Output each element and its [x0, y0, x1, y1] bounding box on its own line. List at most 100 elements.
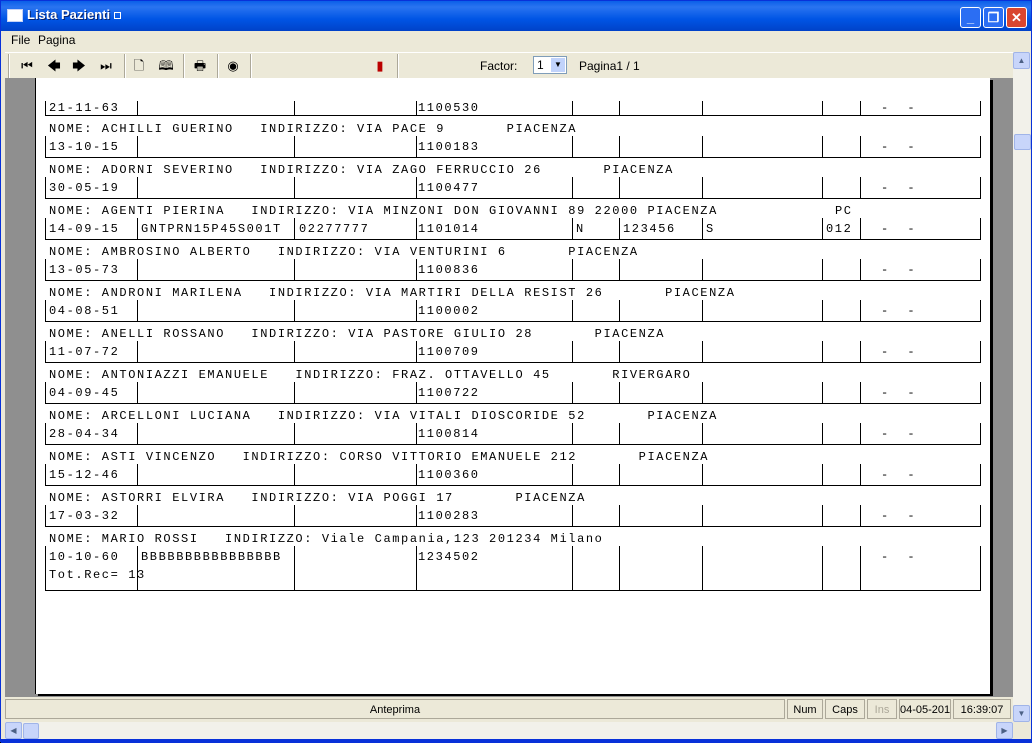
column-line	[137, 177, 138, 198]
column-line	[702, 136, 703, 157]
column-line	[572, 505, 573, 526]
column-line	[45, 546, 46, 590]
column-line	[137, 218, 138, 239]
column-line	[137, 382, 138, 403]
column-line	[294, 259, 295, 280]
record-date: 30-05-19	[49, 181, 120, 195]
record-flag2: S	[706, 222, 715, 236]
column-line	[860, 136, 861, 157]
column-line	[980, 505, 981, 526]
column-line	[702, 546, 703, 590]
column-line	[860, 505, 861, 526]
column-line	[294, 300, 295, 321]
exit-button[interactable]: ▮	[369, 56, 391, 76]
chevron-down-icon[interactable]: ▼	[551, 58, 565, 72]
column-line	[45, 341, 46, 362]
scroll-thumb[interactable]	[1014, 134, 1031, 150]
toolbar-separator	[397, 54, 399, 78]
print-preview-area[interactable]: 21-11-63 1100530 - - NOME: ACHILLI GUERI…	[5, 78, 1013, 697]
last-page-button[interactable]: ⏭	[95, 56, 117, 76]
page-icon: 🗋	[133, 58, 145, 73]
column-line	[822, 177, 823, 198]
toolbar-separator	[183, 54, 185, 78]
title-bar[interactable]: Lista Pazienti _ ❐ ✕	[1, 1, 1031, 31]
two-pages-button[interactable]: 🕮	[155, 56, 177, 76]
column-line	[619, 136, 620, 157]
column-line	[619, 101, 620, 115]
single-page-button[interactable]: 🗋	[128, 56, 150, 76]
record-date: 28-04-34	[49, 427, 120, 441]
factor-label: Factor:	[480, 59, 518, 73]
record-code: 1100183	[418, 140, 480, 154]
record-cap: 123456	[623, 222, 676, 236]
h-scroll-thumb[interactable]	[23, 723, 39, 739]
minimize-button[interactable]: _	[960, 7, 981, 28]
record-code: 1100814	[418, 427, 480, 441]
record-fiscal: BBBBBBBBBBBBBBBB	[141, 550, 282, 564]
column-line	[702, 101, 703, 115]
column-line	[619, 423, 620, 444]
column-line	[822, 101, 823, 115]
factor-dropdown[interactable]: 1 ▼	[533, 56, 567, 74]
title-mark-icon	[114, 12, 122, 20]
status-num: Num	[787, 699, 823, 719]
menu-pagina[interactable]: Pagina	[38, 33, 75, 47]
close-button[interactable]: ✕	[1006, 7, 1027, 28]
horizontal-scrollbar[interactable]: ◀ ▶	[5, 722, 1013, 739]
column-line	[45, 505, 46, 526]
factor-value: 1	[537, 58, 544, 72]
first-page-icon: ⏮	[21, 58, 33, 73]
column-line	[416, 546, 417, 590]
column-line	[416, 341, 417, 362]
record-name-address: NOME: ARCELLONI LUCIANA INDIRIZZO: VIA V…	[49, 409, 718, 423]
maximize-button[interactable]: ❐	[983, 7, 1004, 28]
minimize-icon: _	[966, 10, 975, 25]
app-icon[interactable]	[7, 9, 23, 22]
table-row: NOME: AMBROSINO ALBERTO INDIRIZZO: VIA V…	[45, 239, 981, 281]
first-page-button[interactable]: ⏮	[16, 56, 38, 76]
print-button[interactable]: 🖶	[189, 56, 211, 76]
record-prov: PC	[835, 204, 853, 218]
column-line	[294, 218, 295, 239]
scroll-down-button[interactable]: ▼	[1013, 705, 1030, 722]
column-line	[137, 464, 138, 485]
column-line	[45, 177, 46, 198]
column-line	[45, 382, 46, 403]
scroll-up-button[interactable]: ▲	[1013, 52, 1030, 69]
table-row: NOME: ANDRONI MARILENA INDIRIZZO: VIA MA…	[45, 280, 981, 322]
record-dashes: - -	[881, 140, 917, 154]
scroll-left-button[interactable]: ◀	[5, 722, 22, 739]
record-dashes: - -	[881, 468, 917, 482]
column-line	[294, 546, 295, 590]
record-code: 1101014	[418, 222, 480, 236]
next-page-button[interactable]: 🡆	[68, 56, 90, 76]
export-button[interactable]: ◉	[222, 56, 244, 76]
column-line	[45, 464, 46, 485]
table-row: NOME: ANELLI ROSSANO INDIRIZZO: VIA PAST…	[45, 321, 981, 363]
previous-page-button[interactable]: 🡄	[43, 56, 65, 76]
record-name-address: NOME: ASTORRI ELVIRA INDIRIZZO: VIA POGG…	[49, 491, 586, 505]
report-page: 21-11-63 1100530 - - NOME: ACHILLI GUERI…	[35, 78, 990, 694]
column-line	[860, 177, 861, 198]
column-line	[822, 341, 823, 362]
column-line	[702, 300, 703, 321]
record-name-address: NOME: MARIO ROSSI INDIRIZZO: Viale Campa…	[49, 532, 604, 546]
vertical-scrollbar[interactable]: ▲ ▼	[1013, 52, 1031, 722]
column-line	[572, 546, 573, 590]
record-date: 11-07-72	[49, 345, 120, 359]
record-dashes: - -	[881, 263, 917, 277]
scroll-right-button[interactable]: ▶	[996, 722, 1013, 739]
last-page-icon: ⏭	[100, 58, 112, 73]
column-line	[702, 177, 703, 198]
table-row: NOME: MARIO ROSSI INDIRIZZO: Viale Campa…	[45, 526, 981, 591]
column-line	[619, 259, 620, 280]
column-line	[294, 177, 295, 198]
status-ins: Ins	[867, 699, 897, 719]
column-line	[45, 136, 46, 157]
column-line	[860, 464, 861, 485]
record-phone: 02277777	[299, 222, 370, 236]
column-line	[702, 259, 703, 280]
status-mode: Anteprima	[5, 699, 785, 719]
menu-file[interactable]: File	[11, 33, 30, 47]
column-line	[860, 218, 861, 239]
